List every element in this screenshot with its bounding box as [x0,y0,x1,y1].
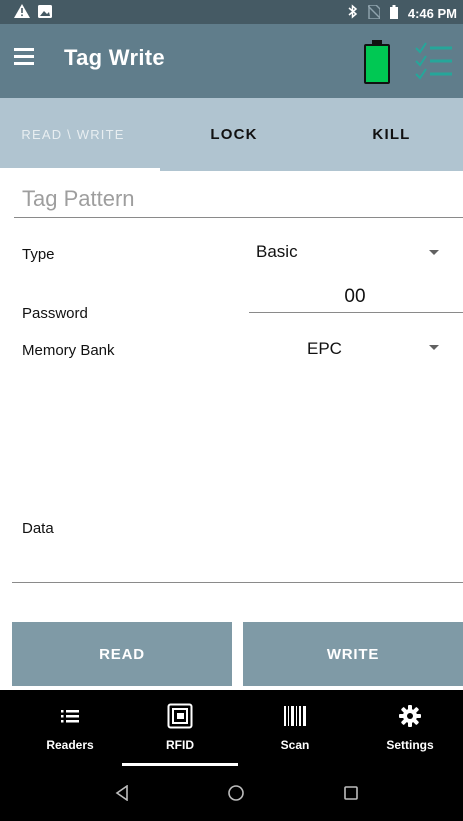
home-icon[interactable] [216,778,256,808]
nav-rfid[interactable]: RFID [125,690,235,766]
list-icon [15,704,125,728]
battery-status-icon [389,4,398,22]
gear-icon [355,704,463,728]
nav-readers-label: Readers [46,738,94,752]
data-label: Data [22,520,54,537]
nav-readers[interactable]: Readers [15,690,125,766]
type-select[interactable]: Basic [256,242,298,262]
nav-scan[interactable]: Scan [240,690,350,766]
nav-scan-label: Scan [280,738,310,752]
tab-lock[interactable]: LOCK [166,98,302,171]
read-button[interactable]: READ [12,622,232,686]
data-input[interactable] [12,582,463,583]
system-nav-bar [0,766,463,821]
type-label: Type [22,246,55,263]
tab-indicator [0,168,160,171]
chevron-down-icon[interactable] [429,250,439,255]
warning-icon [14,4,30,21]
recents-icon[interactable] [331,778,371,808]
password-underline [249,312,463,313]
clock: 4:46 PM [407,5,457,21]
password-label: Password [22,305,88,322]
app-bar: Tag Write [0,24,463,98]
image-icon [38,4,52,21]
bottom-nav: Readers RFID Scan Settings [0,690,463,766]
memory-bank-label: Memory Bank [22,342,115,359]
password-input[interactable]: 00 [249,286,461,308]
chevron-down-icon[interactable] [429,345,439,350]
back-icon[interactable] [102,778,142,808]
tab-kill[interactable]: KILL [320,98,463,171]
no-sim-icon [367,3,381,22]
write-button[interactable]: WRITE [243,622,463,686]
tag-pattern-input[interactable]: Tag Pattern [22,186,135,212]
tab-bar: READ \ WRITE LOCK KILL [0,98,463,171]
rfid-icon [125,703,235,729]
tab-read-write[interactable]: READ \ WRITE [0,98,146,171]
nav-settings-label: Settings [386,738,434,752]
memory-bank-select[interactable]: EPC [307,339,342,359]
nav-rfid-label: RFID [166,738,194,752]
barcode-icon [240,704,350,728]
hamburger-icon[interactable] [14,48,34,65]
nav-settings[interactable]: Settings [355,690,463,766]
bluetooth-icon [348,4,358,22]
page-title: Tag Write [64,45,165,70]
status-bar: 4:46 PM [0,0,463,24]
checklist-icon[interactable] [414,40,454,80]
tag-pattern-underline [14,217,463,218]
reader-battery-icon[interactable] [364,40,390,84]
